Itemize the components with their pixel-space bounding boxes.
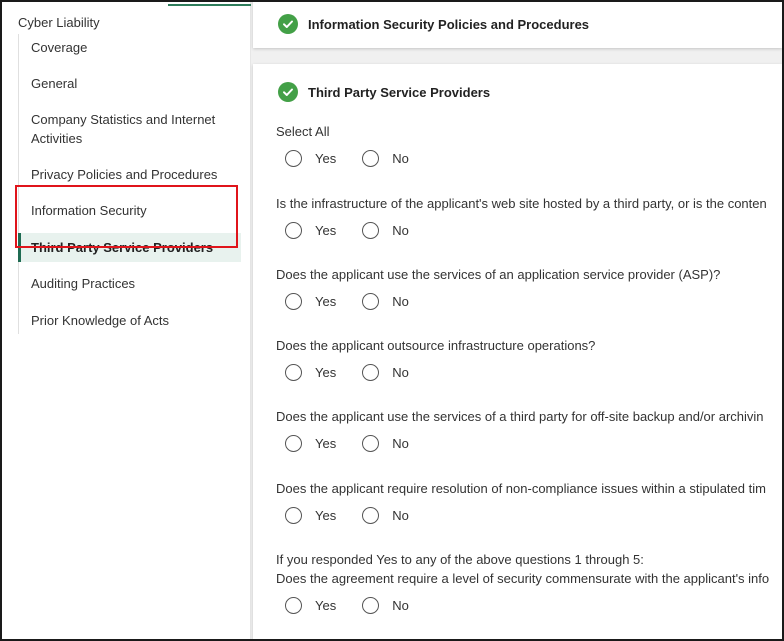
radio-label-yes: Yes (315, 223, 337, 238)
sidebar-nav: Coverage General Company Statistics and … (18, 34, 241, 334)
radio-label-yes: Yes (315, 508, 337, 523)
sidebar-item-general[interactable]: General (19, 70, 241, 97)
question-1-yes-radio[interactable]: Yes (285, 222, 336, 239)
sidebar-item-coverage[interactable]: Coverage (19, 34, 241, 61)
radio-label-yes: Yes (315, 598, 337, 613)
question-6-radio-group: Yes No (285, 597, 435, 614)
question-3-yes-radio[interactable]: Yes (285, 364, 336, 381)
sidebar-item-third-party-service-providers[interactable]: Third Party Service Providers (18, 233, 241, 262)
section-card-third-party-service-providers: Third Party Service Providers Select All… (253, 64, 782, 639)
radio-label-no: No (392, 436, 409, 451)
select-all-radio-group: Yes No (285, 150, 435, 167)
question-5-text: Does the applicant require resolution of… (276, 481, 766, 496)
question-4-no-radio[interactable]: No (362, 435, 409, 452)
section-card-information-security-policies[interactable]: Information Security Policies and Proced… (253, 2, 782, 48)
sidebar: Cyber Liability Coverage General Company… (2, 2, 291, 639)
radio-button[interactable] (285, 293, 302, 310)
question-5-no-radio[interactable]: No (362, 507, 409, 524)
question-4-radio-group: Yes No (285, 435, 435, 452)
radio-button[interactable] (285, 597, 302, 614)
radio-button[interactable] (362, 293, 380, 310)
radio-label-no: No (392, 508, 409, 523)
radio-button[interactable] (362, 597, 380, 614)
question-1-radio-group: Yes No (285, 222, 435, 239)
window: Cyber Liability Coverage General Company… (0, 0, 784, 641)
radio-label-yes: Yes (315, 436, 337, 451)
sidebar-title: Cyber Liability (18, 15, 100, 30)
radio-button[interactable] (285, 150, 302, 167)
question-1-no-radio[interactable]: No (362, 222, 409, 239)
sidebar-item-auditing-practices[interactable]: Auditing Practices (19, 270, 241, 297)
main-content: Information Security Policies and Proced… (251, 2, 782, 639)
question-2-radio-group: Yes No (285, 293, 435, 310)
radio-button[interactable] (285, 364, 302, 381)
radio-button[interactable] (285, 507, 302, 524)
question-5-radio-group: Yes No (285, 507, 435, 524)
check-circle-icon (278, 82, 298, 102)
radio-button[interactable] (362, 364, 380, 381)
section-title: Information Security Policies and Proced… (308, 16, 590, 32)
question-6-no-radio[interactable]: No (362, 597, 409, 614)
radio-label-no: No (392, 365, 409, 380)
radio-label-no: No (392, 294, 409, 309)
radio-button[interactable] (285, 435, 302, 452)
select-all-no-radio[interactable]: No (362, 150, 409, 167)
radio-button[interactable] (362, 435, 380, 452)
question-3-text: Does the applicant outsource infrastruct… (276, 338, 596, 353)
question-1-text: Is the infrastructure of the applicant's… (276, 196, 767, 211)
section-header: Third Party Service Providers (278, 82, 490, 102)
radio-button[interactable] (362, 507, 380, 524)
radio-button[interactable] (285, 222, 302, 239)
radio-label-yes: Yes (315, 294, 337, 309)
question-6-text-line2: Does the agreement require a level of se… (276, 571, 770, 586)
question-6-text: If you responded Yes to any of the above… (276, 552, 644, 567)
question-2-text: Does the applicant use the services of a… (276, 267, 721, 282)
radio-label-no: No (392, 598, 409, 613)
question-3-radio-group: Yes No (285, 364, 435, 381)
radio-button[interactable] (362, 150, 380, 167)
sidebar-item-company-statistics[interactable]: Company Statistics and Internet Activiti… (19, 106, 241, 152)
radio-label-no: No (392, 151, 409, 166)
question-5-yes-radio[interactable]: Yes (285, 507, 336, 524)
sidebar-item-prior-knowledge-of-acts[interactable]: Prior Knowledge of Acts (19, 307, 241, 334)
radio-label-yes: Yes (315, 151, 337, 166)
question-6-yes-radio[interactable]: Yes (285, 597, 336, 614)
question-4-yes-radio[interactable]: Yes (285, 435, 336, 452)
radio-label-yes: Yes (315, 365, 337, 380)
question-2-yes-radio[interactable]: Yes (285, 293, 336, 310)
select-all-yes-radio[interactable]: Yes (285, 150, 336, 167)
question-3-no-radio[interactable]: No (362, 364, 409, 381)
question-2-no-radio[interactable]: No (362, 293, 409, 310)
question-4-text: Does the applicant use the services of a… (276, 409, 764, 424)
select-all-label: Select All (276, 124, 330, 139)
radio-button[interactable] (362, 222, 380, 239)
sidebar-item-information-security[interactable]: Information Security (19, 197, 241, 224)
sidebar-item-privacy-policies[interactable]: Privacy Policies and Procedures (19, 161, 241, 188)
section-header: Information Security Policies and Proced… (278, 14, 589, 34)
check-circle-icon (278, 14, 298, 34)
section-title: Third Party Service Providers (308, 84, 491, 100)
radio-label-no: No (392, 223, 409, 238)
